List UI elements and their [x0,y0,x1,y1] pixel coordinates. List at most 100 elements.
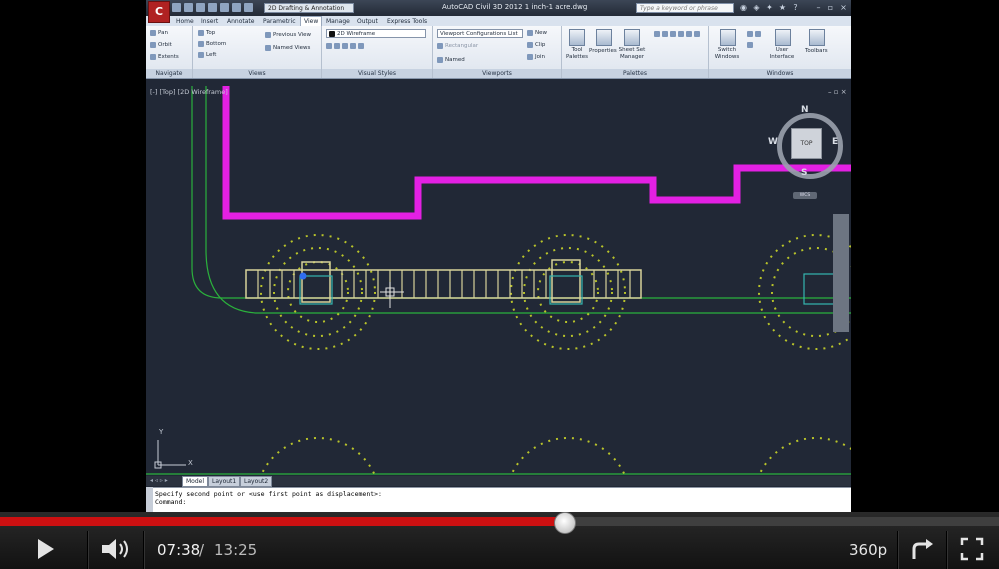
tile-horizontal-icon [747,30,753,37]
properties-label: Properties [589,48,617,54]
navigation-bar[interactable] [833,214,849,332]
toolbars-label: Toolbars [805,48,828,54]
open-icon[interactable] [184,3,193,12]
visual-style-dropdown[interactable]: 2D Wireframe [326,29,426,38]
progress-bar[interactable] [0,512,999,534]
wcs-menu[interactable]: WCS [793,192,817,199]
app-title: AutoCAD Civil 3D 2012 1 inch-1 acre.dwg [442,3,588,11]
saveas-icon[interactable] [208,3,217,12]
tab-express-tools[interactable]: Express Tools [384,17,430,26]
command-line[interactable]: Specify second point or <use first point… [146,487,851,515]
visual-style-label: 2D Wireframe [337,31,376,37]
new-viewport-button[interactable]: New [527,29,547,37]
tab-insert[interactable]: Insert [198,17,221,26]
named-views-label: Named Views [273,45,311,51]
switch-windows-icon[interactable] [720,29,736,46]
visual-style-icon [329,30,335,37]
shadows-icon [358,42,364,49]
undo-icon[interactable] [232,3,241,12]
view-bottom[interactable]: Bottom [198,40,226,48]
bottom-view-icon [198,40,204,47]
rectangular-button[interactable]: Rectangular [437,42,478,50]
properties-icon[interactable] [596,29,612,46]
tool-palettes-icon[interactable] [569,29,585,46]
fullscreen-icon[interactable] [960,537,984,561]
minimize-icon[interactable]: – [814,3,823,12]
tab-model[interactable]: Model [182,476,209,487]
previous-view-icon [265,31,271,38]
pan-icon [150,29,156,36]
quality-button[interactable]: 360p [849,541,887,559]
bottom-label: Bottom [206,41,227,47]
layers-icon [686,30,692,37]
tab-view[interactable]: View [300,16,323,26]
tab-home[interactable]: Home [173,17,197,26]
user-interface-icon[interactable] [775,29,791,46]
named-viewports-label: Named [445,57,465,63]
command-line-handle[interactable] [146,487,153,515]
compass-east[interactable]: E [832,137,838,147]
toolbars-icon[interactable] [809,29,825,46]
tab-layout1[interactable]: Layout1 [208,476,241,487]
binoculars-icon[interactable]: ◉ [739,3,748,12]
favorites-icon[interactable]: ★ [778,3,787,12]
tab-manage[interactable]: Manage [323,17,353,26]
help-icon[interactable]: ? [791,3,800,12]
redo-icon[interactable] [244,3,253,12]
application-button[interactable]: C [148,1,170,23]
palette-small-icons[interactable] [654,29,706,40]
subscription-icon[interactable]: ◈ [752,3,761,12]
tab-annotate[interactable]: Annotate [224,17,257,26]
visual-styles-panel-title: Visual Styles [322,69,432,78]
palettes-panel: Tool Palettes Properties Sheet Set Manag… [562,26,709,78]
named-views-button[interactable]: Named Views [265,44,310,52]
tile-vertical-icon [755,30,761,37]
window-arrange-icons[interactable] [747,29,765,51]
play-icon[interactable] [36,538,56,560]
save-icon[interactable] [196,3,205,12]
previous-view-label: Previous View [273,32,312,38]
named-viewports-button[interactable]: Named [437,56,465,64]
new-icon[interactable] [172,3,181,12]
ucs-x-label: X [188,459,193,467]
named-viewports-icon [437,56,443,63]
volume-icon[interactable] [101,538,135,560]
layout-nav-icons[interactable]: ◂ ◃ ▹ ▸ [150,477,168,484]
share-icon[interactable] [910,538,934,560]
viewports-panel: Viewport Configurations List Rectangular… [433,26,562,78]
previous-view-button[interactable]: Previous View [265,31,311,39]
viewport-config-dropdown[interactable]: Viewport Configurations List [437,29,523,38]
viewcube-top[interactable]: TOP [791,128,822,159]
search-input[interactable]: Type a keyword or phrase [636,3,734,13]
compass-north[interactable]: N [801,105,809,115]
viewport-label[interactable]: [-] [Top] [2D Wireframe] [150,88,228,96]
close-icon[interactable]: × [839,3,848,12]
plot-icon[interactable] [220,3,229,12]
join-button[interactable]: Join [527,53,545,61]
tab-layout2[interactable]: Layout2 [240,476,273,487]
clip-button[interactable]: Clip [527,41,545,49]
new-viewport-label: New [535,30,547,36]
visual-styles-panel: 2D Wireframe Visual Styles [322,26,433,78]
view-left[interactable]: Left [198,51,216,59]
compass-south[interactable]: S [801,168,807,178]
extents-label: Extents [158,54,179,60]
tab-output[interactable]: Output [354,17,381,26]
user-interface-label: User Interface [769,47,795,60]
extents-button[interactable]: Extents [150,53,179,61]
title-bar: 2D Drafting & Annotation AutoCAD Civil 3… [146,0,851,16]
view-top[interactable]: Top [198,29,215,37]
pan-button[interactable]: Pan [150,29,168,37]
clip-label: Clip [535,42,546,48]
compass-west[interactable]: W [768,137,778,147]
viewport-controls[interactable]: – ▫ × [828,88,847,96]
sheet-set-manager-icon[interactable] [624,29,640,46]
communication-icon[interactable]: ✦ [765,3,774,12]
tab-parametric[interactable]: Parametric [260,17,299,26]
named-views-icon [265,44,271,51]
visual-style-tools[interactable] [326,42,366,50]
orbit-button[interactable]: Orbit [150,41,172,49]
maximize-icon[interactable]: ▫ [826,3,835,12]
divider [87,531,89,569]
workspace-dropdown[interactable]: 2D Drafting & Annotation [264,3,354,13]
